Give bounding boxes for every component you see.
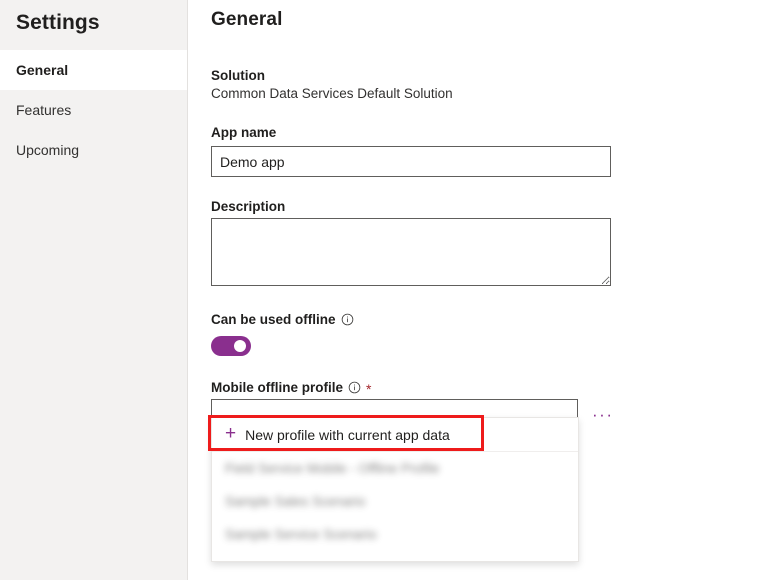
info-circle-icon[interactable] <box>348 381 361 394</box>
required-asterisk: * <box>366 382 371 396</box>
offline-label-row: Can be used offline <box>211 312 765 327</box>
list-item[interactable]: Field Service Mobile - Offline Profile <box>212 452 578 485</box>
dropdown-item-new-profile-label: New profile with current app data <box>245 427 450 443</box>
offline-toggle[interactable] <box>211 336 251 356</box>
more-options-button[interactable]: ··· <box>592 406 613 423</box>
toggle-knob <box>234 340 246 352</box>
sidebar-item-general[interactable]: General <box>0 50 187 90</box>
page-heading-settings: Settings <box>0 0 187 35</box>
description-textarea[interactable] <box>211 218 611 286</box>
list-item[interactable]: Sample Sales Scenario <box>212 485 578 518</box>
solution-field: Solution Common Data Services Default So… <box>211 68 765 101</box>
solution-value: Common Data Services Default Solution <box>211 86 765 101</box>
solution-label: Solution <box>211 68 765 83</box>
sidebar-item-features[interactable]: Features <box>0 90 187 130</box>
mobile-offline-profile-dropdown: + New profile with current app data Fiel… <box>211 417 579 562</box>
mobile-offline-profile-label: Mobile offline profile <box>211 380 343 395</box>
app-name-label: App name <box>211 125 765 140</box>
description-field: Description <box>211 199 765 286</box>
description-label: Description <box>211 199 765 214</box>
sidebar-item-upcoming[interactable]: Upcoming <box>0 130 187 170</box>
mobile-offline-profile-label-row: Mobile offline profile * <box>211 380 765 395</box>
page-title: General <box>211 9 765 31</box>
app-name-input[interactable] <box>211 146 611 177</box>
settings-sidebar: Settings General Features Upcoming <box>0 0 188 580</box>
can-be-used-offline-field: Can be used offline <box>211 312 765 356</box>
sidebar-nav-list: General Features Upcoming <box>0 50 187 170</box>
list-item[interactable]: Sample Service Scenario <box>212 518 578 551</box>
offline-label: Can be used offline <box>211 312 336 327</box>
app-name-field: App name <box>211 125 765 177</box>
plus-icon: + <box>225 424 236 443</box>
info-circle-icon[interactable] <box>341 313 354 326</box>
dropdown-item-new-profile[interactable]: + New profile with current app data <box>212 418 578 452</box>
